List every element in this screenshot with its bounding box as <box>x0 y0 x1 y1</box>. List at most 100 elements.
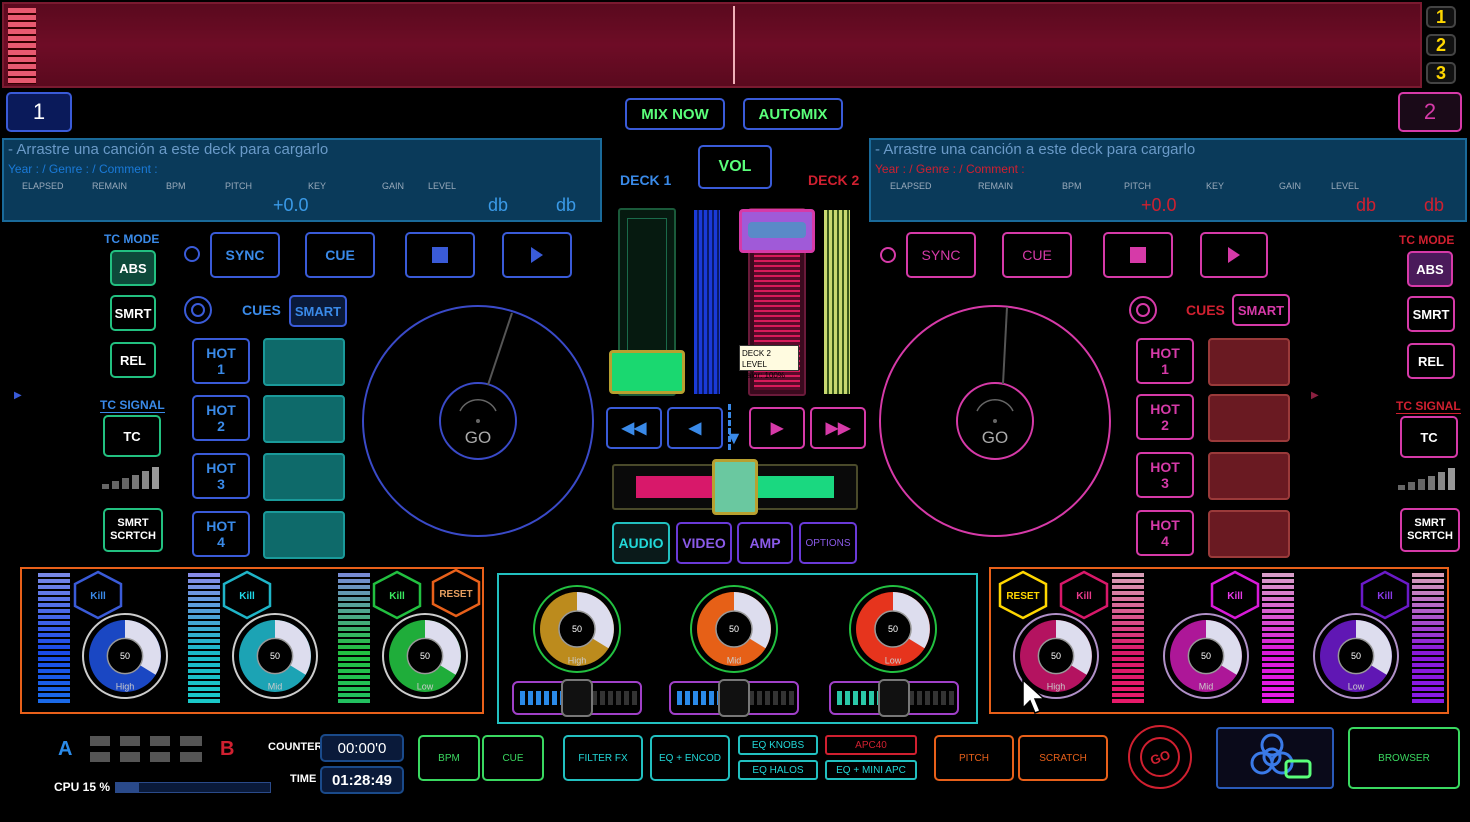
center-eq-knob-2[interactable]: 50 Low <box>846 582 940 676</box>
deck2-hot-pad-4[interactable] <box>1208 510 1290 558</box>
deck1-smrt-button[interactable]: SMRT <box>110 295 156 331</box>
deck1-sync-button[interactable]: SYNC <box>210 232 280 278</box>
deck1-eq-knob-1[interactable]: 50 Mid <box>229 610 321 702</box>
deck1-reset-button[interactable]: RESET <box>430 568 482 618</box>
preset-3[interactable]: 3 <box>1426 62 1456 84</box>
go-logo-text: GO <box>1148 747 1172 768</box>
center-slider-mid-knob[interactable] <box>718 679 750 717</box>
deck2-tc-button[interactable]: TC <box>1400 416 1458 458</box>
hot-label: HOT <box>1150 401 1180 417</box>
deck2-hot-2-button[interactable]: HOT 2 <box>1136 394 1194 440</box>
center-slider-low-knob[interactable] <box>878 679 910 717</box>
bottom-cue-button[interactable]: CUE <box>482 735 544 781</box>
tab-video[interactable]: VIDEO <box>676 522 732 564</box>
deck2-kill-button-0[interactable]: Kill <box>1058 570 1110 620</box>
preset-1[interactable]: 1 <box>1426 6 1456 28</box>
next-button[interactable]: ▶ <box>749 407 805 449</box>
deck2-play-button[interactable] <box>1200 232 1268 278</box>
apc40-button[interactable]: APC40 <box>825 735 917 755</box>
deck1-eq-knob-0[interactable]: 50 High <box>79 610 171 702</box>
pitch-button[interactable]: PITCH <box>934 735 1014 781</box>
deck2-hot-4-button[interactable]: HOT 4 <box>1136 510 1194 556</box>
deck2-eq-knob-1[interactable]: 50 Mid <box>1160 610 1252 702</box>
deck1-hot-3-button[interactable]: HOT 3 <box>192 453 250 499</box>
go-logo-button[interactable]: GO <box>1127 724 1193 790</box>
deck1-hot-pad-3[interactable] <box>263 453 345 501</box>
deck2-pitch-label: PITCH <box>1124 181 1151 191</box>
back-icon: ◀ <box>688 420 702 437</box>
deck2-kill-button-2[interactable]: Kill <box>1359 570 1411 620</box>
deck1-abs-button[interactable]: ABS <box>110 250 156 286</box>
deck1-eq-meter-2 <box>188 573 220 703</box>
deck2-abs-button[interactable]: ABS <box>1407 251 1453 287</box>
deck1-hot-4-button[interactable]: HOT 4 <box>192 511 250 557</box>
deck2-cue-button[interactable]: CUE <box>1002 232 1072 278</box>
deck1-jog-wheel[interactable]: GO <box>360 303 596 539</box>
deck2-smrt-scrtch-button[interactable]: SMRT SCRTCH <box>1400 508 1460 552</box>
deck1-kill-button-1[interactable]: Kill <box>221 570 273 620</box>
deck1-hot-pad-1[interactable] <box>263 338 345 386</box>
deck2-sync-button[interactable]: SYNC <box>906 232 976 278</box>
deck2-hot-pad-3[interactable] <box>1208 452 1290 500</box>
deck1-hot-2-button[interactable]: HOT 2 <box>192 395 250 441</box>
automix-button[interactable]: AUTOMIX <box>743 98 843 130</box>
deck2-smart-button[interactable]: SMART <box>1232 294 1290 326</box>
browser-button[interactable]: BROWSER <box>1348 727 1460 789</box>
waveform-panel[interactable] <box>2 2 1422 88</box>
deck1-hot-pad-4[interactable] <box>263 511 345 559</box>
preset-2[interactable]: 2 <box>1426 34 1456 56</box>
deck1-play-button[interactable] <box>502 232 572 278</box>
deck2-kill-button-1[interactable]: Kill <box>1209 570 1261 620</box>
deck1-eq-knob-2[interactable]: 50 Low <box>379 610 471 702</box>
center-eq-knob-0[interactable]: 50 High <box>530 582 624 676</box>
deck1-tc-button[interactable]: TC <box>103 415 161 457</box>
eq-halos-button[interactable]: EQ HALOS <box>738 760 818 780</box>
crossfader-knob[interactable] <box>712 459 758 515</box>
deck2-hot-pad-1[interactable] <box>1208 338 1290 386</box>
eq-knobs-button[interactable]: EQ KNOBS <box>738 735 818 755</box>
tab-audio[interactable]: AUDIO <box>612 522 670 564</box>
filter-fx-button[interactable]: FILTER FX <box>563 735 643 781</box>
deck1-gain-label: GAIN <box>382 181 405 191</box>
deck1-cue-button[interactable]: CUE <box>305 232 375 278</box>
deck2-number[interactable]: 2 <box>1398 92 1462 132</box>
vol-button[interactable]: VOL <box>698 145 772 189</box>
rewind-button[interactable]: ◀◀ <box>606 407 662 449</box>
deck2-smrt-button[interactable]: SMRT <box>1407 296 1455 332</box>
deck1-smart-button[interactable]: SMART <box>289 295 347 327</box>
deck1-kill-button-0[interactable]: Kill <box>72 570 124 620</box>
eq-mini-apc-button[interactable]: EQ + MINI APC <box>825 760 917 780</box>
deck1-volume-fader-knob[interactable] <box>609 350 685 394</box>
deck1-stop-button[interactable] <box>405 232 475 278</box>
deck1-kill-button-2[interactable]: Kill <box>371 570 423 620</box>
scratch-button[interactable]: SCRATCH <box>1018 735 1108 781</box>
fast-forward-button[interactable]: ▶▶ <box>810 407 866 449</box>
hex-label: Kill <box>1227 591 1243 602</box>
mix-now-button[interactable]: MIX NOW <box>625 98 725 130</box>
deck1-smrt-scrtch-button[interactable]: SMRT SCRTCH <box>103 508 163 552</box>
center-slider-high-knob[interactable] <box>561 679 593 717</box>
deck2-reset-button[interactable]: RESET <box>997 570 1049 620</box>
down-arrow-icon: ▼ <box>725 428 743 448</box>
deck2-hot-pad-2[interactable] <box>1208 394 1290 442</box>
deck2-hot-3-button[interactable]: HOT 3 <box>1136 452 1194 498</box>
deck2-hot-1-button[interactable]: HOT 1 <box>1136 338 1194 384</box>
eq-encod-button[interactable]: EQ + ENCOD <box>650 735 730 781</box>
tooltip-line-1: DECK 2 LEVEL <box>742 349 771 369</box>
deck2-rel-button[interactable]: REL <box>1407 343 1455 379</box>
hot-label: HOT <box>206 345 236 361</box>
deck1-number[interactable]: 1 <box>6 92 72 132</box>
deck1-track-meta: Year : / Genre : / Comment : <box>8 162 158 176</box>
deck2-elapsed-label: ELAPSED <box>890 181 932 191</box>
deck1-hot-pad-2[interactable] <box>263 395 345 443</box>
deck2-eq-knob-2[interactable]: 50 Low <box>1310 610 1402 702</box>
deck2-jog-wheel[interactable]: GO <box>877 303 1113 539</box>
tab-options[interactable]: OPTIONS <box>799 522 857 564</box>
deck2-stop-button[interactable] <box>1103 232 1173 278</box>
prev-button[interactable]: ◀ <box>667 407 723 449</box>
center-eq-knob-1[interactable]: 50 Mid <box>687 582 781 676</box>
tab-amp[interactable]: AMP <box>737 522 793 564</box>
bpm-button[interactable]: BPM <box>418 735 480 781</box>
deck1-rel-button[interactable]: REL <box>110 342 156 378</box>
deck1-hot-1-button[interactable]: HOT 1 <box>192 338 250 384</box>
